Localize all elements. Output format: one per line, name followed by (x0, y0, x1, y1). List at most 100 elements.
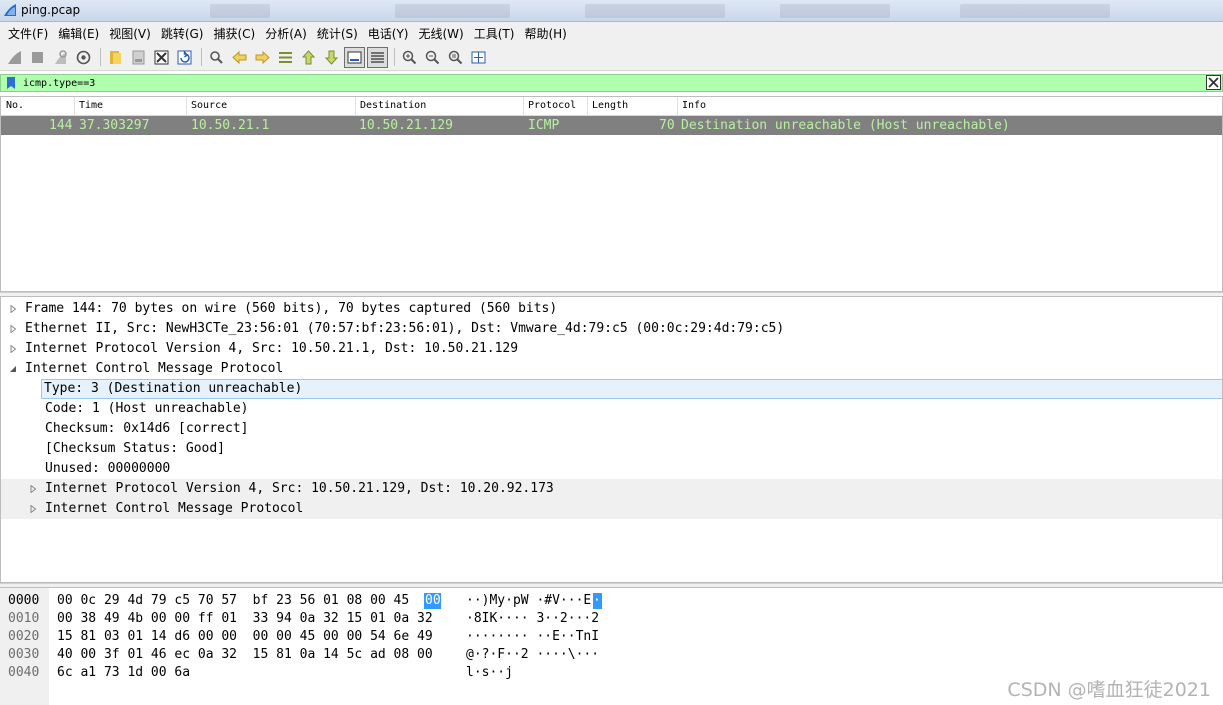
normal-size-button[interactable] (445, 47, 466, 68)
packet-length: 70 (659, 118, 675, 133)
column-separator[interactable] (587, 97, 588, 116)
menu-analyze[interactable]: 分析(A) (260, 25, 312, 42)
column-separator[interactable] (523, 97, 524, 116)
first-packet-icon (301, 49, 316, 64)
restart-capture-icon (55, 49, 67, 64)
menu-statistics[interactable]: 统计(S) (312, 25, 363, 42)
column-separator[interactable] (74, 97, 75, 116)
expand-arrow-icon[interactable] (9, 345, 17, 353)
column-header-length[interactable]: Length (592, 100, 628, 111)
column-header-protocol[interactable]: Protocol (528, 100, 576, 111)
column-header-time[interactable]: Time (79, 100, 103, 111)
zoom-in-button[interactable] (399, 47, 420, 68)
ascii-bytes: l·s··j (466, 665, 513, 680)
packet-list-header: No. Time Source Destination Protocol Len… (1, 97, 1222, 116)
display-filter-input[interactable] (23, 76, 1203, 90)
resize-columns-button[interactable] (468, 47, 489, 68)
packet-row[interactable]: 144 37.303297 10.50.21.1 10.50.21.129 IC… (1, 116, 1222, 135)
reload-file-icon (177, 49, 192, 64)
save-file-icon (132, 50, 145, 64)
tree-item-label: Ethernet II, Src: NewH3CTe_23:56:01 (70:… (25, 321, 785, 336)
packet-protocol: ICMP (528, 118, 560, 133)
expand-arrow-icon[interactable] (29, 505, 37, 513)
go-to-packet-button[interactable] (275, 47, 296, 68)
menu-file[interactable]: 文件(F) (3, 25, 53, 42)
column-header-info[interactable]: Info (682, 100, 706, 111)
zoom-out-button[interactable] (422, 47, 443, 68)
tree-item-label: Type: 3 (Destination unreachable) (44, 381, 303, 396)
zoom-in-icon (402, 50, 417, 64)
bytes-line[interactable]: 0010 00 38 49 4b 00 00 ff 01 33 94 0a 32… (0, 609, 1223, 627)
column-header-destination[interactable]: Destination (360, 100, 426, 111)
tree-item-ethernet[interactable]: Ethernet II, Src: NewH3CTe_23:56:01 (70:… (1, 319, 1222, 339)
expand-arrow-icon[interactable] (9, 325, 17, 333)
window-title: ping.pcap (21, 3, 81, 17)
column-separator[interactable] (677, 97, 678, 116)
menu-telephony[interactable]: 电话(Y) (363, 25, 414, 42)
first-packet-button[interactable] (298, 47, 319, 68)
background-tab-ghost (585, 4, 725, 18)
tree-item-icmp-type[interactable]: Type: 3 (Destination unreachable) (41, 379, 1222, 399)
tree-item-label: Internet Protocol Version 4, Src: 10.50.… (45, 481, 554, 496)
column-header-no[interactable]: No. (6, 100, 24, 111)
last-packet-icon (324, 50, 339, 65)
clear-filter-icon[interactable] (1206, 75, 1221, 90)
bookmark-icon[interactable] (5, 76, 17, 90)
tree-item-inner-icmp[interactable]: Internet Control Message Protocol (1, 499, 1222, 519)
byte-offset: 0030 (8, 647, 40, 662)
column-header-source[interactable]: Source (191, 100, 227, 111)
tree-item-checksum[interactable]: Checksum: 0x14d6 [correct] (1, 419, 1222, 439)
tree-item-unused[interactable]: Unused: 00000000 (1, 459, 1222, 479)
tree-item-checksum-status[interactable]: [Checksum Status: Good] (1, 439, 1222, 459)
colorize-icon (371, 51, 384, 63)
tree-item-icmp-code[interactable]: Code: 1 (Host unreachable) (1, 399, 1222, 419)
start-capture-button[interactable] (4, 47, 25, 68)
menu-tools[interactable]: 工具(T) (469, 25, 520, 42)
packet-details-pane: Frame 144: 70 bytes on wire (560 bits), … (0, 296, 1223, 583)
ascii-bytes: @·?·F··2 ····\··· (466, 647, 600, 662)
packet-source: 10.50.21.1 (191, 118, 270, 133)
tree-item-icmp[interactable]: Internet Control Message Protocol (1, 359, 1222, 379)
ascii-bytes: ··)My·pW ·#V···E (466, 593, 592, 608)
go-forward-button[interactable] (252, 47, 273, 68)
menu-capture[interactable]: 捕获(C) (208, 25, 260, 42)
menu-go[interactable]: 跳转(G) (156, 25, 209, 42)
tree-item-label: Internet Control Message Protocol (45, 501, 304, 516)
tree-item-label: [Checksum Status: Good] (45, 441, 226, 456)
colorize-button[interactable] (367, 46, 388, 68)
menu-edit[interactable]: 编辑(E) (53, 25, 104, 42)
title-bar: ping.pcap (0, 0, 1223, 22)
menu-view[interactable]: 视图(V) (104, 25, 156, 42)
selected-ascii-byte: · (593, 593, 601, 608)
wireshark-logo-icon (4, 4, 16, 16)
column-separator[interactable] (355, 97, 356, 116)
menu-wireless[interactable]: 无线(W) (414, 25, 469, 42)
capture-options-button[interactable] (73, 47, 94, 68)
menu-help[interactable]: 帮助(H) (519, 25, 571, 42)
expand-arrow-icon[interactable] (29, 485, 37, 493)
tree-item-ipv4[interactable]: Internet Protocol Version 4, Src: 10.50.… (1, 339, 1222, 359)
go-back-button[interactable] (229, 47, 250, 68)
restart-capture-button[interactable] (50, 47, 71, 68)
normal-size-icon (448, 50, 463, 64)
find-packet-icon (210, 50, 223, 64)
open-file-button[interactable] (105, 47, 126, 68)
collapse-arrow-icon[interactable] (9, 365, 17, 373)
column-separator[interactable] (186, 97, 187, 116)
last-packet-button[interactable] (321, 47, 342, 68)
background-tab-ghost (780, 4, 890, 18)
close-file-button[interactable] (151, 47, 172, 68)
auto-scroll-button[interactable] (344, 46, 365, 68)
tree-item-label: Internet Control Message Protocol (25, 361, 284, 376)
tree-item-frame[interactable]: Frame 144: 70 bytes on wire (560 bits), … (1, 299, 1222, 319)
packet-info: Destination unreachable (Host unreachabl… (681, 118, 1010, 133)
bytes-line[interactable]: 0000 00 0c 29 4d 79 c5 70 57 bf 23 56 01… (0, 591, 1223, 609)
find-packet-button[interactable] (206, 47, 227, 68)
tree-item-inner-ipv4[interactable]: Internet Protocol Version 4, Src: 10.50.… (1, 479, 1222, 499)
bytes-line[interactable]: 0020 15 81 03 01 14 d6 00 00 00 00 45 00… (0, 627, 1223, 645)
save-file-button[interactable] (128, 47, 149, 68)
bytes-line[interactable]: 0030 40 00 3f 01 46 ec 0a 32 15 81 0a 14… (0, 645, 1223, 663)
stop-capture-button[interactable] (27, 47, 48, 68)
expand-arrow-icon[interactable] (9, 305, 17, 313)
reload-file-button[interactable] (174, 47, 195, 68)
